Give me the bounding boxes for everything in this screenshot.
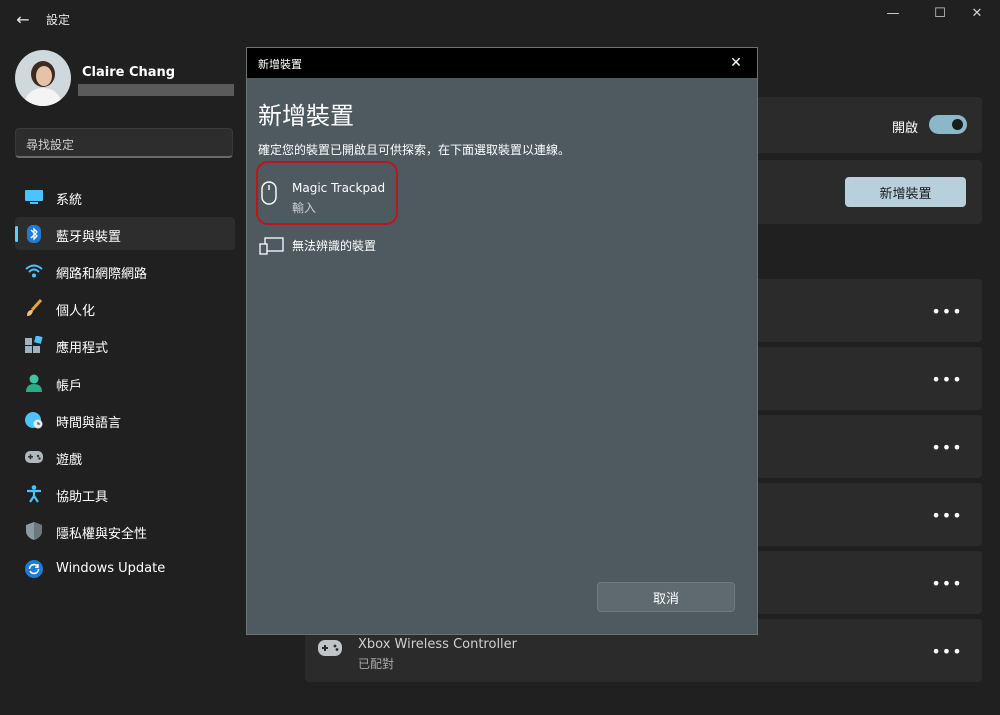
sidebar-item-bluetooth[interactable]: 藍牙與裝置	[15, 217, 235, 250]
sidebar-item-label: 個人化	[56, 304, 96, 319]
sidebar-item-label: 帳戶	[56, 379, 83, 394]
person-icon	[25, 374, 43, 392]
user-name: Claire Chang	[82, 65, 176, 80]
highlight-annotation	[256, 161, 398, 225]
sidebar-item-apps[interactable]: 應用程式	[15, 328, 235, 361]
sidebar-item-label: 時間與語言	[56, 416, 122, 431]
sidebar-item-label: 隱私權與安全性	[56, 527, 148, 542]
dialog-titlebar: 新增裝置 ✕	[247, 48, 757, 78]
dialog-heading: 新增裝置	[258, 102, 354, 130]
shield-icon	[25, 522, 43, 540]
more-options-button[interactable]: •••	[931, 636, 962, 666]
sidebar-item-privacy[interactable]: 隱私權與安全性	[15, 514, 235, 547]
dialog-close-button[interactable]: ✕	[723, 50, 749, 76]
more-options-button[interactable]: •••	[931, 296, 962, 326]
apps-icon	[25, 336, 43, 354]
close-button[interactable]: ✕	[954, 0, 1000, 26]
bluetooth-toggle-label: 開啟	[892, 121, 919, 136]
globe-clock-icon	[25, 411, 43, 429]
more-options-button[interactable]: •••	[931, 432, 962, 462]
sidebar-item-personalization[interactable]: 個人化	[15, 291, 235, 324]
gamepad-icon	[25, 448, 43, 466]
brush-icon	[25, 299, 43, 317]
sidebar-item-system[interactable]: 系統	[15, 180, 235, 213]
maximize-icon: ☐	[934, 5, 946, 21]
device-status: 已配對	[358, 657, 395, 671]
sidebar-item-label: Windows Update	[56, 561, 166, 576]
more-options-button[interactable]: •••	[931, 364, 962, 394]
sidebar-item-accounts[interactable]: 帳戶	[15, 366, 235, 399]
search-input[interactable]: 尋找設定	[15, 128, 233, 158]
search-placeholder: 尋找設定	[26, 138, 75, 152]
sidebar-item-label: 網路和網際網路	[56, 267, 148, 282]
gamepad-icon	[318, 640, 342, 658]
dialog-instruction: 確定您的裝置已開啟且可供探索，在下面選取裝置以連線。	[258, 143, 571, 157]
cancel-button[interactable]: 取消	[597, 582, 735, 612]
sidebar-item-time-language[interactable]: 時間與語言	[15, 403, 235, 436]
monitor-icon	[25, 188, 43, 206]
add-device-dialog: 新增裝置 ✕ 新增裝置 確定您的裝置已開啟且可供探索，在下面選取裝置以連線。 M…	[246, 47, 758, 635]
dialog-window-title: 新增裝置	[258, 58, 302, 71]
sidebar-item-label: 系統	[56, 193, 83, 208]
back-button[interactable]: ←	[10, 6, 36, 32]
user-email-redacted	[78, 84, 234, 96]
avatar[interactable]	[15, 50, 71, 106]
wifi-icon	[25, 262, 43, 280]
more-options-button[interactable]: •••	[931, 500, 962, 530]
bluetooth-toggle[interactable]	[929, 115, 967, 134]
unknown-device-icon	[259, 236, 284, 262]
minimize-button[interactable]: —	[870, 0, 916, 26]
add-device-button[interactable]: 新增裝置	[845, 177, 966, 207]
accessibility-icon	[25, 485, 43, 503]
sidebar-item-accessibility[interactable]: 協助工具	[15, 477, 235, 510]
app-title: 設定	[46, 13, 71, 27]
minimize-icon: —	[886, 5, 900, 21]
device-option-unknown[interactable]: 無法辨識的裝置	[253, 232, 453, 276]
toggle-knob	[952, 119, 963, 130]
update-icon	[25, 560, 43, 578]
device-option-name: 無法辨識的裝置	[292, 239, 377, 253]
sidebar-item-label: 應用程式	[56, 341, 109, 356]
bluetooth-icon	[25, 225, 43, 243]
close-icon: ✕	[730, 55, 742, 71]
sidebar-item-label: 藍牙與裝置	[56, 230, 122, 245]
sidebar-item-gaming[interactable]: 遊戲	[15, 440, 235, 473]
sidebar-item-windows-update[interactable]: Windows Update	[15, 552, 235, 585]
close-icon: ✕	[971, 5, 983, 21]
sidebar-item-label: 協助工具	[56, 490, 109, 505]
device-name: Xbox Wireless Controller	[358, 637, 518, 652]
back-arrow-icon: ←	[16, 9, 30, 29]
sidebar-item-label: 遊戲	[56, 453, 83, 468]
active-indicator	[15, 226, 18, 242]
sidebar-item-network[interactable]: 網路和網際網路	[15, 254, 235, 287]
more-options-button[interactable]: •••	[931, 568, 962, 598]
